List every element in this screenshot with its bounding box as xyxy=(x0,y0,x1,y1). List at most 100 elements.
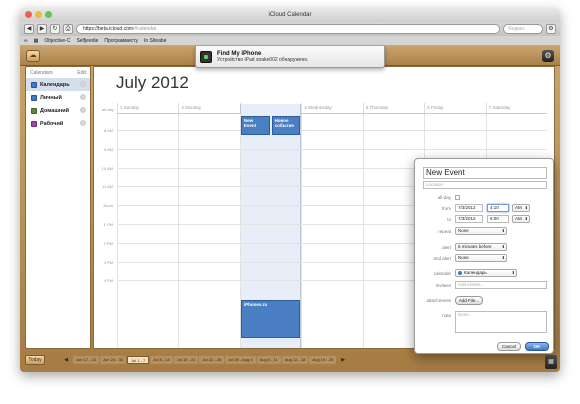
to-time-input[interactable]: 6:00 xyxy=(487,215,509,223)
hour-label: 2 PM xyxy=(103,240,113,246)
close-window-button[interactable] xyxy=(25,11,32,18)
week-range-item[interactable]: Aug 19 - 25 xyxy=(309,356,337,364)
title-bar: iCloud Calendar xyxy=(20,8,560,22)
all-day-label: all-day xyxy=(102,107,114,112)
invitees-input[interactable]: Add Invitee... xyxy=(455,281,547,289)
day-header[interactable]: 5 Thursday xyxy=(362,103,424,113)
url-path: /#calendar xyxy=(133,26,157,32)
info-icon[interactable]: i xyxy=(80,94,86,100)
to-date-input[interactable]: 7/3/2012 xyxy=(455,215,483,223)
week-range-item[interactable]: Jul 29 - Aug 4 xyxy=(225,356,256,364)
repeat-select[interactable]: None xyxy=(455,227,507,235)
week-range-item[interactable]: Jul 8 - 14 xyxy=(150,356,173,364)
from-ampm-select[interactable]: AM xyxy=(512,204,530,212)
day-header[interactable]: 7 Saturday xyxy=(485,103,547,113)
calendar-color-icon xyxy=(458,270,462,275)
top-sites-icon[interactable]: ▦ xyxy=(34,38,39,44)
zoom-window-button[interactable] xyxy=(45,11,52,18)
sidebar-header: Calendars Edit xyxy=(26,67,90,78)
window-title: iCloud Calendar xyxy=(268,12,312,18)
calendar-event[interactable]: iPhones.ru xyxy=(240,300,301,338)
day-header[interactable]: 6 Friday xyxy=(424,103,485,113)
search-field[interactable]: Яндекс xyxy=(503,24,543,34)
info-icon[interactable]: i xyxy=(80,81,86,87)
info-icon[interactable]: i xyxy=(80,120,86,126)
note-input[interactable]: None xyxy=(455,311,547,333)
url-domain: beta.icloud.com xyxy=(98,26,134,32)
hour-label: 4 PM xyxy=(103,278,113,284)
reading-list-icon[interactable]: ∞ xyxy=(24,38,28,44)
address-bar[interactable]: https://beta.icloud.com/#calendar xyxy=(76,24,500,34)
sidebar-item-calendar[interactable]: Рабочий i xyxy=(26,117,90,130)
day-header[interactable]: 1 Sunday xyxy=(117,103,178,113)
sidebar-item-label: Рабочий xyxy=(40,120,64,127)
hour-label: 8 AM xyxy=(103,128,113,133)
cancel-button[interactable]: Cancel xyxy=(497,342,521,351)
sidebar-item-label: Личный xyxy=(40,94,62,101)
add-file-button[interactable]: Add File... xyxy=(455,296,483,305)
calendar-checkbox[interactable] xyxy=(31,81,37,88)
cloud-icon[interactable]: ☁ xyxy=(26,50,40,62)
sidebar-item-label: Домашний xyxy=(40,107,69,114)
notification-subtitle: Устройство iPad snake002 обнаружено. xyxy=(217,56,309,63)
calendar-select-value: Календарь xyxy=(464,270,487,275)
bookmark-item[interactable]: In Siteabe xyxy=(144,38,167,44)
notification-banner[interactable]: Find My iPhone Устройство iPad snake002 … xyxy=(195,46,385,68)
minimize-window-button[interactable] xyxy=(35,11,42,18)
app-header: ☁ ⚙ Find My iPhone Устройство iPad snake… xyxy=(20,46,560,68)
invitees-label: invitees xyxy=(435,283,451,288)
sidebar-item-calendar[interactable]: Домашний i xyxy=(26,104,90,117)
from-label: from xyxy=(442,206,451,211)
from-time-input[interactable]: 4:10 xyxy=(487,204,509,212)
today-button[interactable]: Today xyxy=(25,355,45,365)
week-range-item[interactable]: Jul 1 - 7 xyxy=(127,356,150,364)
sidebar-item-calendar[interactable]: Личный i xyxy=(26,91,90,104)
from-date-input[interactable]: 7/3/2012 xyxy=(455,204,483,212)
bookmark-item[interactable]: Selfjeedie xyxy=(76,38,98,44)
edit-calendars-link[interactable]: Edit xyxy=(77,70,86,78)
sidebar-item-label: Календарь xyxy=(40,81,70,88)
bookmark-item[interactable]: Программисту xyxy=(104,38,138,44)
sidebar-item-calendar[interactable]: Календарь i xyxy=(26,78,90,91)
hour-label: 11 AM xyxy=(101,184,113,190)
hour-label: 10 AM xyxy=(101,165,113,171)
bookmarks-bar: ∞ ▦ Objective-C Selfjeedie Программисту … xyxy=(20,36,560,46)
calendar-checkbox[interactable] xyxy=(31,120,37,127)
event-title-input[interactable]: New Event xyxy=(423,167,547,179)
bookmark-item[interactable]: Objective-C xyxy=(44,38,70,44)
calendar-checkbox[interactable] xyxy=(31,94,37,101)
settings-gear-icon[interactable]: ⚙ xyxy=(546,24,556,34)
ok-button[interactable]: OK xyxy=(525,342,549,351)
next-week-arrow-icon[interactable]: ▶ xyxy=(337,357,349,363)
share-icon[interactable]: ⎙ xyxy=(63,24,73,34)
prev-week-arrow-icon[interactable]: ◀ xyxy=(60,357,72,363)
calendar-event[interactable]: Новое событие xyxy=(271,116,301,135)
month-title: July 2012 xyxy=(116,73,189,92)
week-range-item[interactable]: Jun 17 - 23 xyxy=(73,356,100,364)
alert-select[interactable]: 5 minutes before xyxy=(455,243,507,251)
week-range-item[interactable]: Jun 24 - 30 xyxy=(100,356,127,364)
week-range-item[interactable]: Jul 22 - 28 xyxy=(199,356,225,364)
day-header[interactable]: 2 Monday xyxy=(178,103,239,113)
calendar-select[interactable]: Календарь xyxy=(455,269,517,277)
second-alert-select[interactable]: None xyxy=(455,254,507,262)
second-alert-label: 2nd alert xyxy=(433,256,451,261)
week-range-item[interactable]: Jul 15 - 21 xyxy=(173,356,199,364)
week-navigator: ◀ Jun 17 - 23 Jun 24 - 30 Jul 1 - 7 Jul 8 - … xyxy=(60,355,349,365)
all-day-checkbox[interactable] xyxy=(455,195,460,200)
attachments-label: attachments xyxy=(426,298,451,303)
gear-icon[interactable]: ⚙ xyxy=(542,50,554,62)
week-range-item[interactable]: Aug 5 - 11 xyxy=(256,356,281,364)
hour-label: Noon xyxy=(103,203,113,209)
mini-calendar-toggle-icon[interactable]: ▦ xyxy=(545,355,557,369)
week-range-item[interactable]: Aug 12 - 18 xyxy=(281,356,309,364)
location-input[interactable]: Location xyxy=(423,181,547,189)
calendar-checkbox[interactable] xyxy=(31,107,37,114)
day-header[interactable]: 4 Wednesday xyxy=(301,103,362,113)
info-icon[interactable]: i xyxy=(80,107,86,113)
calendar-event[interactable]: New Event xyxy=(240,116,270,135)
forward-button[interactable]: ▶ xyxy=(37,24,47,34)
to-ampm-select[interactable]: AM xyxy=(512,215,530,223)
reload-icon[interactable]: ↻ xyxy=(50,24,60,34)
back-button[interactable]: ◀ xyxy=(24,24,34,34)
